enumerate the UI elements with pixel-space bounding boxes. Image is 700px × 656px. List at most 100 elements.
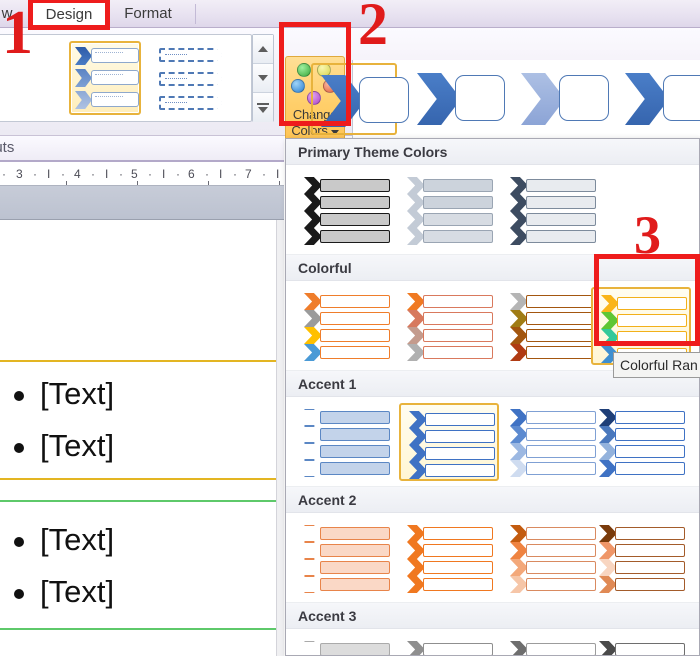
thumb-box bbox=[423, 329, 493, 342]
chevron-icon bbox=[75, 69, 92, 87]
layouts-group-label: outs bbox=[0, 139, 15, 156]
color-thumb-accent3-transparent[interactable] bbox=[591, 635, 691, 655]
annotation-number-1: 1 bbox=[2, 0, 33, 67]
thumb-box bbox=[320, 561, 390, 574]
color-thumb-accent3-light[interactable] bbox=[296, 635, 396, 655]
thumb-box bbox=[320, 462, 390, 475]
thumb-box bbox=[526, 346, 596, 359]
horizontal-ruler[interactable]: · 3 · I · 4 · I · 5 · I · 6 · I · 7 · I bbox=[0, 164, 284, 186]
thumb-box bbox=[423, 295, 493, 308]
triangle-down-icon bbox=[258, 75, 268, 81]
layout-text-box bbox=[91, 70, 139, 85]
thumb-box bbox=[526, 445, 596, 458]
annotation-number-2: 2 bbox=[358, 0, 388, 57]
color-thumb-accent2-light[interactable] bbox=[296, 519, 396, 597]
color-thumb-colorful-range-a3a4[interactable] bbox=[502, 287, 602, 365]
scroll-up-button[interactable] bbox=[253, 35, 273, 64]
layouts-scroll-buttons bbox=[252, 34, 274, 122]
thumb-box bbox=[526, 213, 596, 226]
color-thumb-accent1-light[interactable] bbox=[296, 403, 396, 481]
group-header-primary-theme-colors: Primary Theme Colors bbox=[286, 139, 699, 165]
thumb-box bbox=[526, 312, 596, 325]
ruler-number-7: 7 bbox=[245, 167, 252, 181]
smartart-layouts-gallery[interactable] bbox=[0, 34, 252, 122]
ruler-number-4: 4 bbox=[74, 167, 81, 181]
color-thumb-dark-outline[interactable] bbox=[296, 171, 396, 249]
thumb-box bbox=[320, 445, 390, 458]
ruler-number-5: 5 bbox=[131, 167, 138, 181]
layout-text-box bbox=[91, 92, 139, 107]
smartart-node-green[interactable]: [Text] [Text] bbox=[0, 500, 278, 630]
color-thumb-light-grey[interactable] bbox=[399, 171, 499, 249]
thumb-box bbox=[526, 329, 596, 342]
thumb-box bbox=[320, 329, 390, 342]
node-border-top bbox=[0, 500, 278, 502]
bullet-icon bbox=[14, 390, 24, 401]
chevron-icon bbox=[75, 47, 92, 65]
thumb-box bbox=[526, 578, 596, 591]
color-thumb-accent2-colored-fill[interactable] bbox=[399, 519, 499, 597]
color-thumb-accent2-gradient[interactable] bbox=[502, 519, 602, 597]
thumb-box bbox=[320, 643, 390, 655]
tab-format[interactable]: Format bbox=[110, 0, 186, 28]
color-thumb-dark-fill[interactable] bbox=[502, 171, 602, 249]
slide-canvas[interactable]: [Text] [Text] [Text] [Text] bbox=[0, 220, 284, 656]
color-thumb-colorful-range-a2a3[interactable] bbox=[399, 287, 499, 365]
color-thumb-accent1-colored-fill[interactable] bbox=[399, 403, 499, 481]
thumb-box bbox=[320, 544, 390, 557]
thumb-box bbox=[423, 312, 493, 325]
dashed-arrow-icon bbox=[159, 48, 223, 62]
chevron-icon bbox=[75, 91, 92, 109]
thumb-box bbox=[320, 346, 390, 359]
style-thumb-2[interactable] bbox=[409, 63, 505, 135]
thumb-box bbox=[423, 346, 493, 359]
layout-thumb-selected[interactable] bbox=[69, 41, 141, 115]
thumb-box bbox=[615, 561, 685, 574]
canvas-vertical-scrollbar[interactable] bbox=[276, 220, 284, 656]
smartart-node-yellow[interactable]: [Text] [Text] bbox=[0, 360, 278, 480]
thumb-box bbox=[320, 527, 390, 540]
thumb-box bbox=[320, 411, 390, 424]
smartart-styles-gallery[interactable] bbox=[311, 60, 700, 140]
dashed-arrow-icon bbox=[159, 96, 223, 110]
thumb-box bbox=[615, 578, 685, 591]
thumb-box bbox=[615, 445, 685, 458]
thumb-box bbox=[526, 196, 596, 209]
color-thumb-accent1-transparent[interactable] bbox=[591, 403, 691, 481]
thumb-box bbox=[423, 213, 493, 226]
list-item: [Text] bbox=[14, 522, 114, 558]
bullet-icon bbox=[14, 442, 24, 453]
color-thumb-accent1-gradient[interactable] bbox=[502, 403, 602, 481]
color-thumb-accent2-transparent[interactable] bbox=[591, 519, 691, 597]
color-thumb-accent3-gradient[interactable] bbox=[502, 635, 602, 655]
scroll-down-button[interactable] bbox=[253, 64, 273, 93]
annotation-box-design-tab bbox=[28, 0, 110, 30]
group-header-accent-2: Accent 2 bbox=[286, 487, 699, 513]
more-layouts-button[interactable] bbox=[253, 93, 273, 122]
annotation-box-colorful-range bbox=[594, 254, 700, 346]
style-thumb-3[interactable] bbox=[513, 63, 609, 135]
thumb-box bbox=[425, 464, 495, 477]
bullet-icon bbox=[14, 588, 24, 599]
node-border-top bbox=[0, 360, 278, 362]
thumb-box bbox=[615, 544, 685, 557]
node-border-bottom bbox=[0, 478, 278, 480]
thumb-box bbox=[425, 430, 495, 443]
thumb-box bbox=[320, 213, 390, 226]
triangle-up-icon bbox=[258, 46, 268, 52]
layout-thumb-dashed-arrows[interactable] bbox=[157, 41, 229, 115]
thumb-box bbox=[320, 312, 390, 325]
thumb-box bbox=[425, 447, 495, 460]
thumb-box bbox=[425, 413, 495, 426]
thumb-box bbox=[615, 462, 685, 475]
color-thumb-accent3-colored-fill[interactable] bbox=[399, 635, 499, 655]
group-row-accent-3 bbox=[286, 629, 699, 655]
annotation-number-3: 3 bbox=[634, 205, 661, 265]
color-thumb-colorful-accent-colors[interactable] bbox=[296, 287, 396, 365]
annotation-box-change-colors bbox=[279, 22, 351, 126]
thumb-box bbox=[526, 462, 596, 475]
tooltip: Colorful Ran bbox=[613, 352, 700, 378]
thumb-box bbox=[423, 578, 493, 591]
style-box-shape bbox=[663, 75, 700, 121]
style-thumb-4[interactable] bbox=[617, 63, 700, 135]
